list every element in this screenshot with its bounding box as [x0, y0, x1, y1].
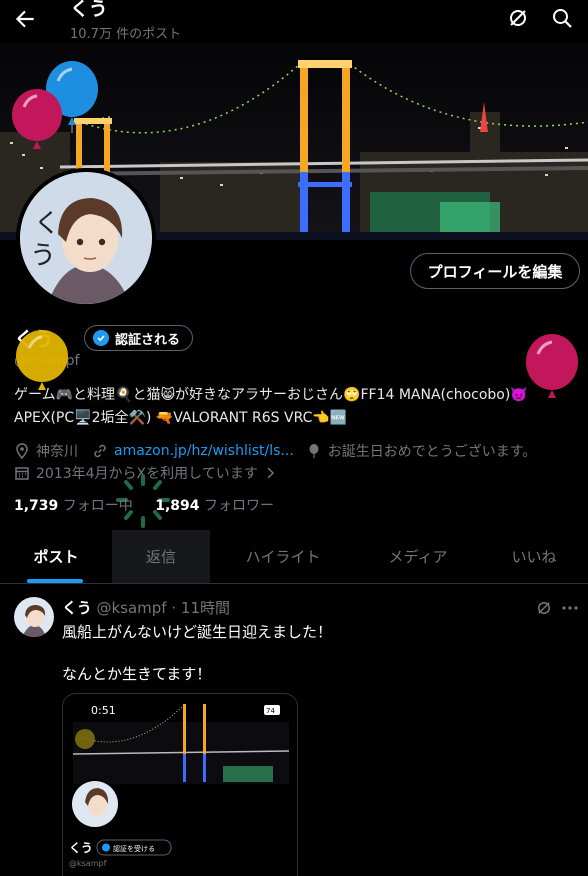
- post-text-line: なんとか生きてます！: [62, 665, 212, 683]
- location-icon: [16, 443, 28, 459]
- grok-icon[interactable]: [535, 599, 553, 617]
- calendar-icon: [15, 467, 29, 480]
- profile-bio: ゲーム🎮と料理🍳と猫😸が好きなアラサーおじさん🙄FF14 MANA(chocob…: [14, 384, 580, 430]
- svg-text:う: う: [30, 241, 56, 271]
- balloon-icon: [12, 89, 62, 149]
- bio-line: APEX(PC🖥️2垢全⚒️) 🔫VALORANT R6S VRC👈🆕: [14, 410, 348, 426]
- header-post-count: 10.7万 件のポスト: [70, 27, 182, 42]
- active-tab-indicator: [27, 579, 83, 583]
- profile-website-link[interactable]: amazon.jp/hz/wishlist/ls...: [114, 443, 294, 459]
- post-avatar[interactable]: [14, 597, 54, 637]
- post-author-name[interactable]: くう: [62, 599, 92, 617]
- followers-count: 1,894: [155, 498, 200, 514]
- edit-profile-button[interactable]: プロフィールを編集: [410, 253, 580, 289]
- post-header: くう @ksampf · 11時間: [62, 597, 230, 618]
- following-link[interactable]: 1,739 フォロー中: [14, 498, 133, 514]
- media-name: くう: [69, 841, 93, 855]
- tab-highlights[interactable]: ハイライト: [210, 530, 356, 583]
- verify-label: 認証される: [115, 332, 181, 348]
- header-title: くう: [70, 0, 108, 20]
- media-clock: 0:51: [91, 704, 116, 717]
- bio-line: ゲーム🎮と料理🍳と猫😸が好きなアラサーおじさん🙄FF14 MANA(chocob…: [14, 387, 528, 403]
- more-icon[interactable]: [561, 603, 579, 613]
- profile-avatar[interactable]: く う: [16, 168, 156, 308]
- get-verified-button[interactable]: 認証される: [84, 325, 194, 351]
- post-time[interactable]: · 11時間: [171, 599, 230, 617]
- following-count: 1,739: [14, 498, 59, 514]
- profile-meta-row: 神奈川 amazon.jp/hz/wishlist/ls... お誕生日おめでと…: [14, 441, 536, 461]
- svg-text:く: く: [34, 209, 60, 239]
- tab-replies[interactable]: 返信: [112, 530, 210, 583]
- media-handle: @ksampf: [69, 859, 107, 868]
- following-label: フォロー中: [62, 498, 133, 514]
- followers-link[interactable]: 1,894 フォロワー: [155, 498, 274, 514]
- top-bar: くう 10.7万 件のポスト: [0, 0, 588, 42]
- profile-birthday: お誕生日おめでとうございます。: [327, 444, 537, 460]
- link-icon: [94, 444, 106, 458]
- followers-label: フォロワー: [203, 498, 274, 514]
- profile-location: 神奈川: [36, 444, 78, 460]
- search-icon[interactable]: [550, 6, 574, 30]
- post-media-image[interactable]: 0:51 74 くう 認証を受ける @ksampf: [62, 693, 298, 876]
- grok-icon[interactable]: [506, 6, 530, 30]
- post-text-line: 風船上がんないけど誕生日迎えました！: [62, 623, 333, 641]
- back-arrow-icon[interactable]: [12, 6, 38, 32]
- media-battery: 74: [266, 707, 275, 715]
- chevron-right-icon: [267, 467, 274, 479]
- tab-posts[interactable]: ポスト: [0, 530, 112, 583]
- post-author-handle[interactable]: @ksampf: [96, 599, 166, 617]
- tab-likes[interactable]: いいね: [480, 530, 588, 583]
- media-verify-label: 認証を受ける: [113, 844, 155, 853]
- profile-tabs: ポスト 返信 ハイライト メディア いいね: [0, 530, 588, 584]
- verified-badge-icon: [93, 330, 109, 346]
- balloon-icon: [309, 444, 319, 458]
- tab-media[interactable]: メディア: [356, 530, 480, 583]
- follow-stats: 1,739 フォロー中 1,894 フォロワー: [14, 495, 274, 515]
